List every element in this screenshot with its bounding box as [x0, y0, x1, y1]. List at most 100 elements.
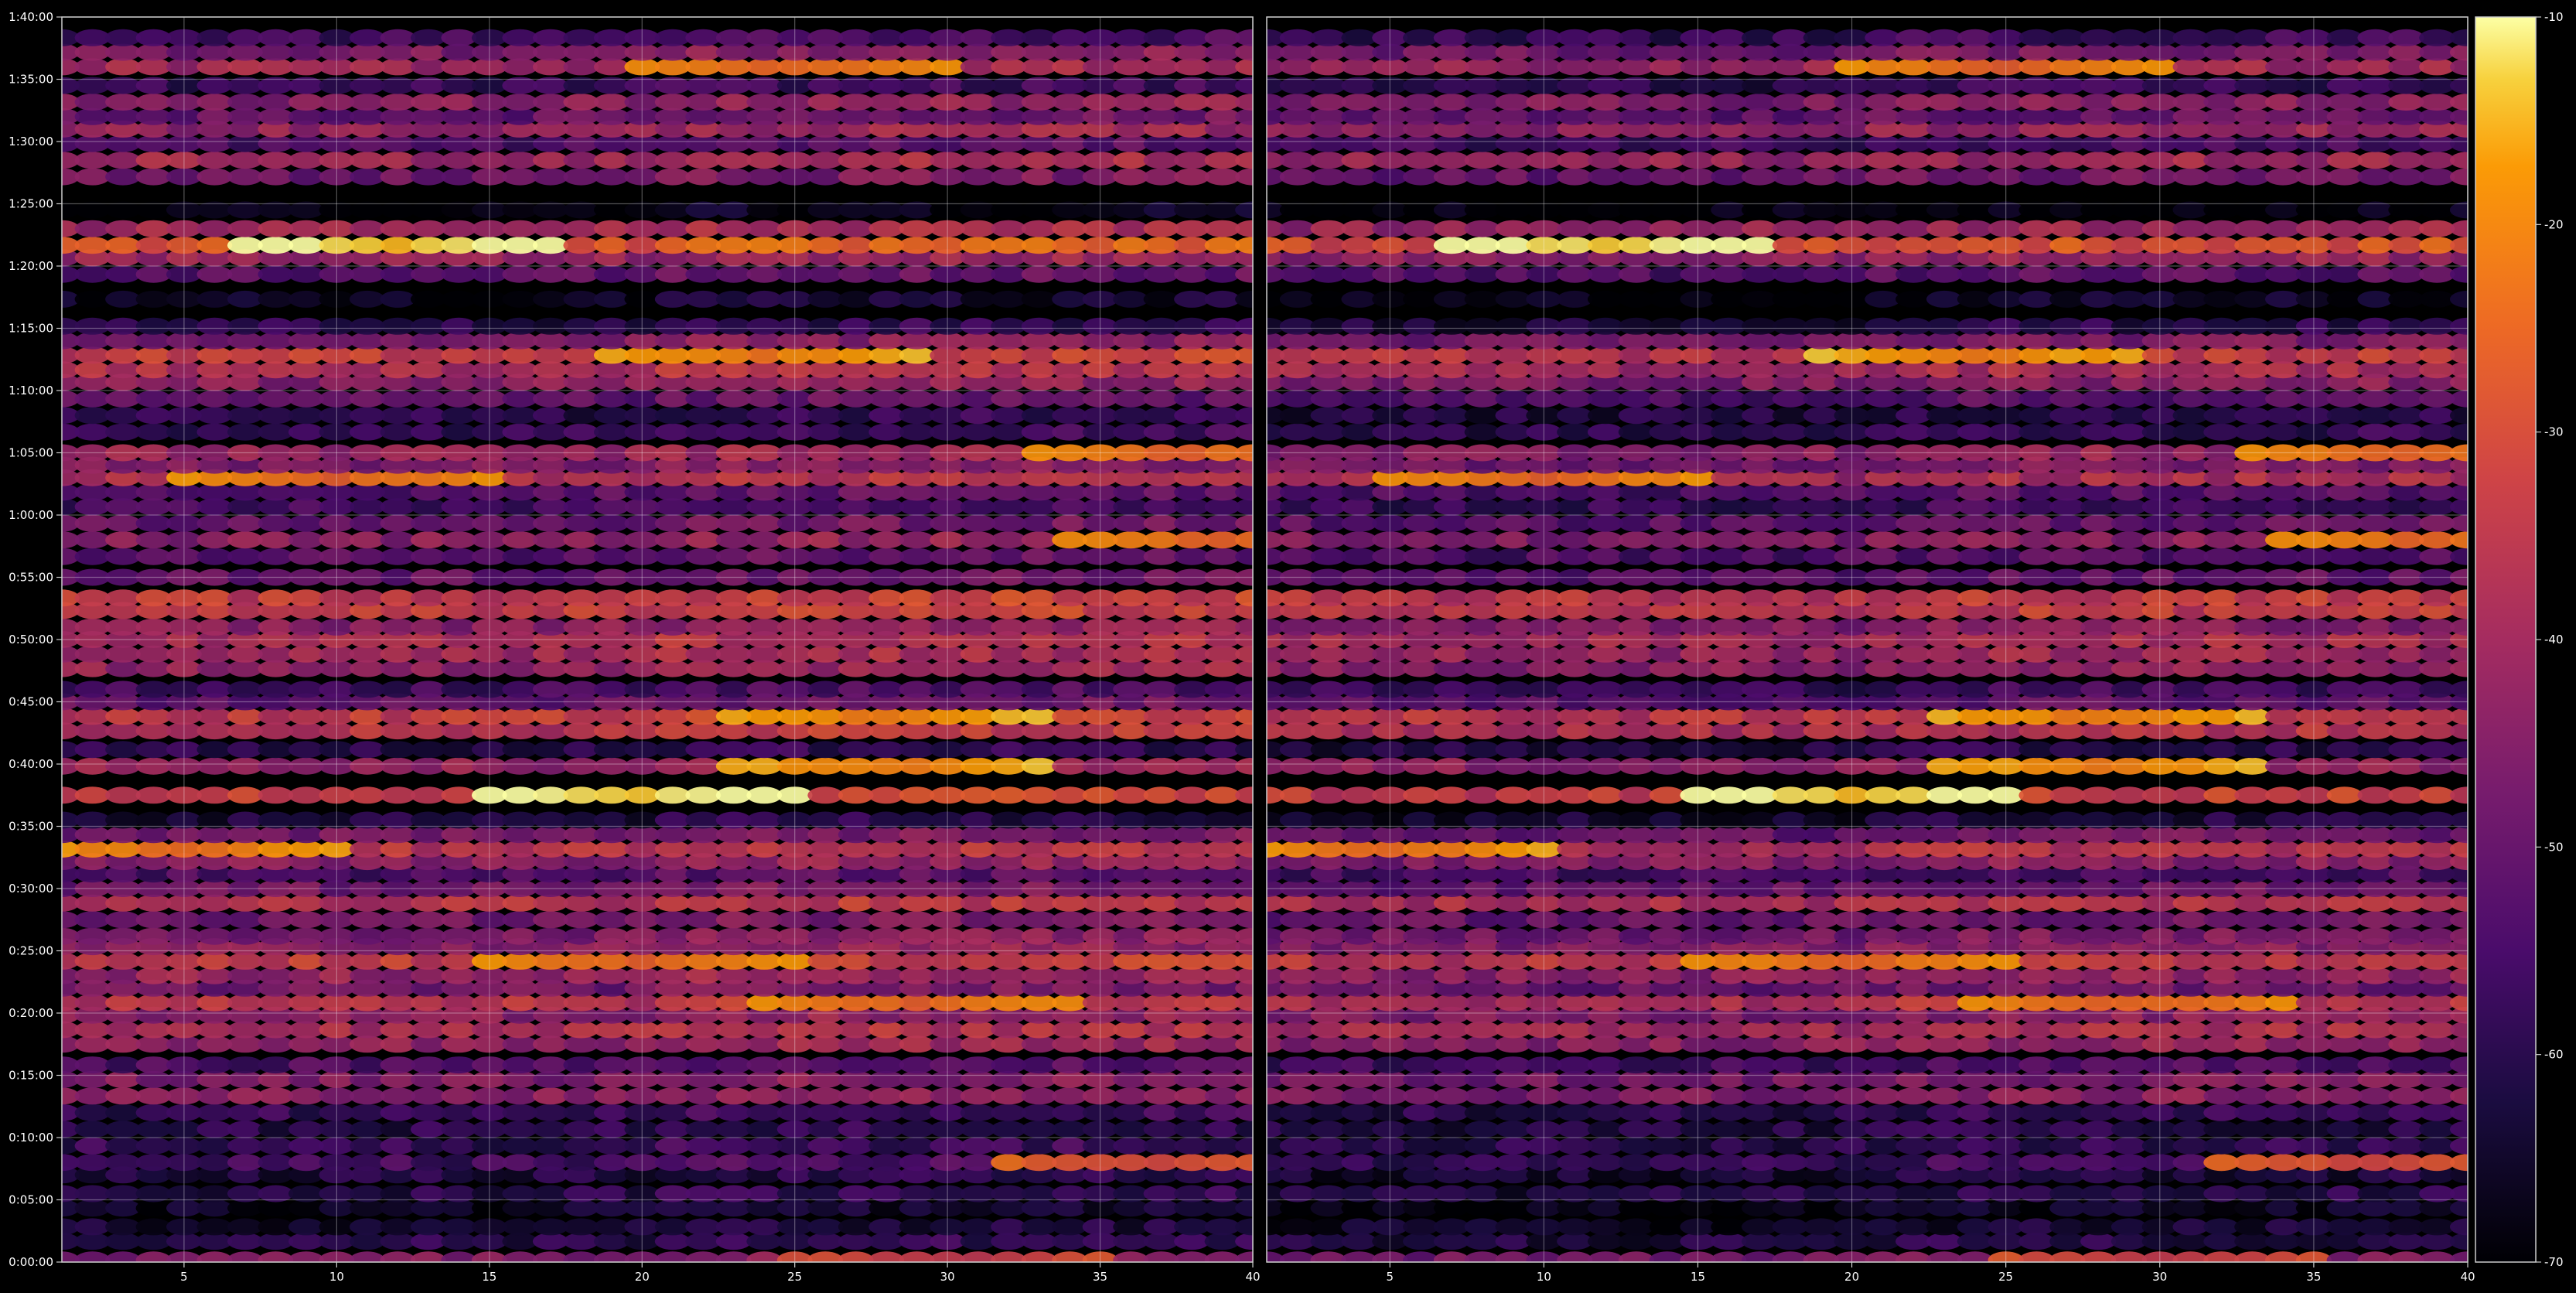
heatmap-cell [441, 618, 477, 636]
heatmap-cell [654, 107, 691, 125]
heatmap-cell [746, 681, 783, 698]
heatmap-cell [105, 498, 141, 516]
heatmap-cell [502, 1035, 538, 1053]
heatmap-cell [2172, 1233, 2209, 1250]
heatmap-cell [1143, 29, 1179, 46]
heatmap-cell [502, 346, 538, 364]
heatmap-cell [1174, 317, 1210, 335]
panel-left-x-axis: 5 10 15 20 25 30 35 40 [180, 1262, 1261, 1284]
heatmap-cell [380, 548, 416, 565]
x-tick-label: 10 [329, 1270, 344, 1284]
heatmap-cell [991, 1218, 1026, 1236]
heatmap-cell [2018, 618, 2055, 636]
heatmap-cell [1113, 332, 1148, 350]
heatmap-cell [105, 1251, 141, 1262]
heatmap-cell [1143, 265, 1179, 283]
heatmap-cell [1895, 911, 1932, 929]
heatmap-cell [746, 722, 783, 740]
heatmap-cell [441, 407, 477, 425]
heatmap-cell [2203, 967, 2240, 984]
heatmap-cell [1742, 1121, 1778, 1138]
heatmap-cell [502, 1154, 538, 1172]
heatmap-cell [2357, 1056, 2393, 1074]
heatmap-cell [502, 1070, 538, 1088]
heatmap-cell [2234, 952, 2271, 970]
heatmap-cell [1021, 43, 1057, 61]
heatmap-cell [593, 994, 629, 1012]
heatmap-cell [685, 786, 722, 804]
heatmap-cell [1310, 498, 1346, 516]
heatmap-cell [715, 952, 752, 970]
heatmap-cell [380, 152, 416, 169]
heatmap-cell [196, 152, 233, 169]
heatmap-cell [1341, 786, 1377, 804]
heatmap-cell [227, 841, 263, 858]
heatmap-cell [1174, 708, 1210, 725]
heatmap-cell [1464, 645, 1500, 663]
heatmap-cell [2357, 967, 2393, 984]
heatmap-cell [258, 43, 294, 61]
heatmap-cell [1143, 1233, 1179, 1250]
heatmap-cell [1143, 152, 1179, 169]
heatmap-cell [746, 498, 783, 516]
heatmap-cell [1143, 317, 1179, 335]
heatmap-cell [685, 390, 722, 408]
heatmap-cell [1174, 290, 1210, 308]
heatmap-cell [838, 952, 874, 970]
heatmap-cell [532, 94, 568, 111]
heatmap-cell [410, 29, 446, 46]
heatmap-cell [1618, 548, 1654, 565]
heatmap-cell [1649, 1233, 1685, 1250]
heatmap-cell [1204, 483, 1240, 501]
heatmap-cell [350, 94, 385, 111]
heatmap-cell [1113, 1218, 1148, 1236]
heatmap-cell [960, 483, 996, 501]
heatmap-cell [1174, 346, 1210, 364]
heatmap-cell [2388, 660, 2424, 677]
heatmap-cell [258, 952, 294, 970]
heatmap-cell [410, 1218, 446, 1236]
heatmap-cell [350, 708, 385, 725]
heatmap-cell [2172, 952, 2209, 970]
heatmap-cell [74, 1087, 111, 1105]
heatmap-cell [502, 317, 538, 335]
heatmap-cell [74, 645, 111, 663]
heatmap-cell [350, 361, 385, 379]
heatmap-cell [2357, 927, 2393, 945]
heatmap-cell [1557, 1070, 1593, 1088]
heatmap-cell [2326, 894, 2363, 912]
heatmap-cell [685, 1087, 722, 1105]
heatmap-cell [227, 483, 263, 501]
heatmap-cell [838, 894, 874, 912]
heatmap-cell [838, 152, 874, 169]
heatmap-cell [502, 1251, 538, 1262]
heatmap-cell [288, 645, 324, 663]
heatmap-cell [1279, 1021, 1315, 1039]
heatmap-cell [227, 618, 263, 636]
heatmap-cell [1113, 483, 1148, 501]
heatmap-cell [1926, 1137, 1963, 1155]
heatmap-cell [1433, 1104, 1469, 1121]
heatmap-cell [1895, 1121, 1932, 1138]
heatmap-cell [807, 1104, 844, 1121]
heatmap-cell [2419, 1233, 2455, 1250]
heatmap-cell [2388, 618, 2424, 636]
heatmap-cell [105, 220, 141, 237]
heatmap-cell [135, 927, 172, 945]
heatmap-cell [1143, 660, 1179, 677]
heatmap-cell [685, 58, 722, 76]
heatmap-cell [410, 1121, 446, 1138]
heatmap-cell [1618, 1251, 1654, 1262]
heatmap-cell [441, 1056, 477, 1074]
heatmap-cell [350, 498, 385, 516]
heatmap-cell [1279, 660, 1315, 677]
heatmap-cell [2357, 786, 2393, 804]
heatmap-cell [502, 290, 538, 308]
heatmap-cell [1052, 645, 1087, 663]
heatmap-cell [1113, 548, 1148, 565]
heatmap-cell [991, 237, 1026, 254]
heatmap-cell [1021, 94, 1057, 111]
heatmap-cell [1433, 841, 1469, 858]
heatmap-cell [1618, 1087, 1654, 1105]
heatmap-cell [2172, 757, 2209, 775]
